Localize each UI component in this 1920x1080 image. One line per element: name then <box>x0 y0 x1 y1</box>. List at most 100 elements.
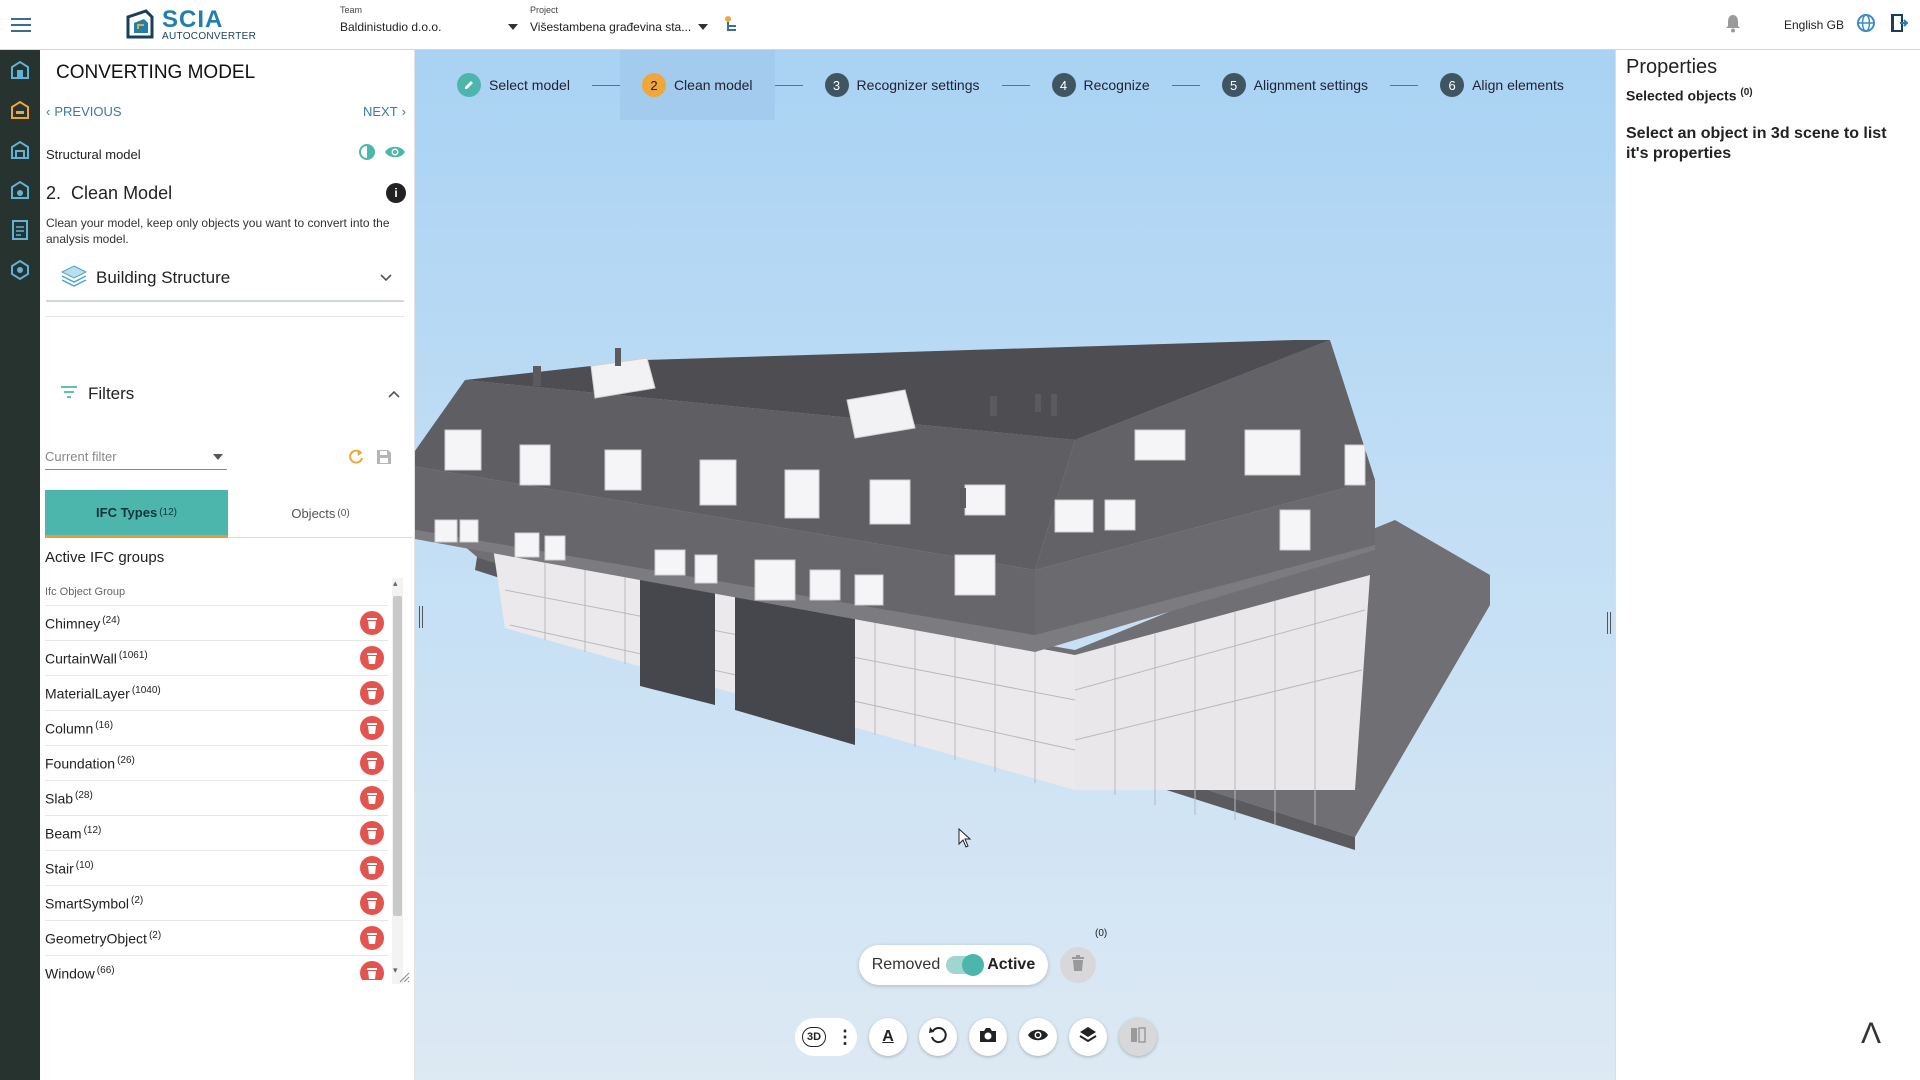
delete-group-button[interactable] <box>360 926 384 950</box>
ifc-group-count: (28) <box>75 789 93 801</box>
rail-models-icon[interactable] <box>0 50 40 90</box>
ifc-group-count: (12) <box>83 824 102 836</box>
filter-icon <box>60 385 78 404</box>
building-structure-dropdown[interactable]: Building Structure <box>46 256 404 302</box>
current-filter-placeholder: Current filter <box>45 449 117 464</box>
rail-analysis-icon[interactable] <box>0 170 40 210</box>
project-tree-icon[interactable] <box>722 14 740 39</box>
rail-convert-icon[interactable] <box>0 90 40 130</box>
trash-icon <box>367 897 377 909</box>
view-more-button[interactable]: ⋮ <box>833 1018 857 1056</box>
tab-objects-label: Objects <box>291 506 336 521</box>
globe-icon[interactable] <box>1856 13 1876 38</box>
hamburger-menu-icon[interactable] <box>0 0 42 50</box>
language-label[interactable]: English GB <box>1784 18 1844 32</box>
tab-ifc-label: IFC Types <box>96 505 158 520</box>
current-filter-select[interactable]: Current filter <box>45 444 227 470</box>
ifc-group-count: (24) <box>102 614 121 626</box>
tab-objects[interactable]: Objects (0) <box>228 490 413 537</box>
delete-group-button[interactable] <box>360 681 384 705</box>
trash-icon <box>367 652 377 664</box>
scrollbar-thumb[interactable] <box>393 596 402 916</box>
text-annotation-button[interactable]: A <box>869 1018 907 1056</box>
previous-button[interactable]: ‹ PREVIOUS <box>46 104 122 119</box>
split-view-icon <box>1128 1025 1148 1050</box>
delete-group-button[interactable] <box>360 821 384 845</box>
ifc-group-name: GeometryObject <box>45 930 147 947</box>
team-label: Team <box>340 5 363 15</box>
logout-icon[interactable] <box>1888 12 1909 39</box>
layers-button[interactable] <box>1069 1018 1107 1056</box>
building-3d-model[interactable] <box>415 50 1615 1080</box>
delete-group-button[interactable] <box>360 611 384 635</box>
selected-objects-count: (0) <box>1740 87 1753 98</box>
filters-label: Filters <box>88 384 135 403</box>
properties-title: Properties <box>1626 56 1718 78</box>
ifc-group-name: MaterialLayer <box>45 685 130 702</box>
ifc-group-count: (1061) <box>118 649 148 661</box>
3d-viewport[interactable]: Select model 2 Clean model 3 Recognizer sett… <box>415 50 1615 1080</box>
active-ifc-groups-label: Active IFC groups <box>45 549 165 566</box>
tab-ifc-count: (12) <box>159 507 177 518</box>
next-button[interactable]: NEXT › <box>363 104 406 119</box>
ifc-group-name: Chimney <box>45 615 101 632</box>
step-description: Clean your model, keep only objects you … <box>46 216 390 246</box>
panel-title: CONVERTING MODEL <box>56 62 256 83</box>
properties-hint: Select an object in 3d scene to list it'… <box>1626 124 1887 162</box>
ifc-group-name: Slab <box>45 790 74 807</box>
delete-group-button[interactable] <box>360 786 384 810</box>
delete-group-button[interactable] <box>360 891 384 915</box>
filters-header[interactable]: Filters <box>60 380 400 408</box>
reset-view-button[interactable] <box>919 1018 957 1056</box>
tab-objects-count: (0) <box>337 508 350 519</box>
contrast-icon[interactable] <box>358 143 376 166</box>
project-select[interactable]: Project Višestambena građevina sta... <box>530 4 708 46</box>
reset-icon <box>928 1025 948 1050</box>
team-select[interactable]: Team Baldinistudio d.o.o. <box>340 4 518 46</box>
tab-ifc-types[interactable]: IFC Types (12) <box>45 490 228 538</box>
text-icon: A <box>882 1028 894 1045</box>
more-vertical-icon: ⋮ <box>836 1026 854 1047</box>
delete-group-button[interactable] <box>360 646 384 670</box>
rail-structure-icon[interactable] <box>0 130 40 170</box>
layers-icon <box>1078 1025 1098 1050</box>
ifc-group-row: CurtainWall (1061) <box>45 641 388 676</box>
rail-document-icon[interactable] <box>0 210 40 250</box>
split-view-button[interactable] <box>1119 1018 1157 1056</box>
delete-group-button[interactable] <box>360 716 384 740</box>
screenshot-button[interactable] <box>969 1018 1007 1056</box>
rail-settings-icon[interactable] <box>0 250 40 290</box>
info-icon[interactable]: i <box>386 183 406 203</box>
ifc-group-name: Stair <box>45 860 74 877</box>
scroll-up-icon[interactable]: ▴ <box>393 578 398 589</box>
list-scrollbar[interactable]: ▴ ▾ <box>392 578 403 984</box>
save-filter-icon[interactable] <box>375 448 393 471</box>
delete-group-button[interactable] <box>360 751 384 775</box>
trash-button[interactable] <box>1060 947 1096 983</box>
reset-filter-icon[interactable] <box>347 448 365 471</box>
3d-view-button[interactable]: 3D <box>795 1018 833 1056</box>
step-number: 2. <box>46 182 62 203</box>
toggle-switch[interactable] <box>945 954 984 976</box>
removed-active-toggle[interactable]: Removed Active <box>859 945 1048 985</box>
bell-icon[interactable] <box>1724 13 1742 38</box>
structural-model-label: Structural model <box>46 146 141 162</box>
trash-icon <box>367 932 377 944</box>
chevron-down-icon <box>698 24 708 30</box>
ifc-group-name: Beam <box>45 825 82 842</box>
ifc-group-name: Foundation <box>45 755 116 772</box>
trash-icon <box>367 967 377 979</box>
visibility-button[interactable] <box>1019 1018 1057 1056</box>
ifc-group-row: SmartSymbol (2) <box>45 886 388 921</box>
resize-handle-icon[interactable] <box>398 970 410 988</box>
removed-label: Removed <box>871 956 941 973</box>
delete-group-button[interactable] <box>360 856 384 880</box>
scroll-down-icon[interactable]: ▾ <box>393 965 398 976</box>
eye-icon[interactable] <box>384 143 406 166</box>
collapse-button[interactable]: Λ <box>1861 1017 1881 1051</box>
delete-group-button[interactable] <box>360 961 384 980</box>
next-label: NEXT <box>362 104 398 119</box>
ifc-group-row: MaterialLayer (1040) <box>45 676 388 711</box>
ifc-group-row: Slab (28) <box>45 781 388 816</box>
scia-logo-icon <box>122 7 158 43</box>
